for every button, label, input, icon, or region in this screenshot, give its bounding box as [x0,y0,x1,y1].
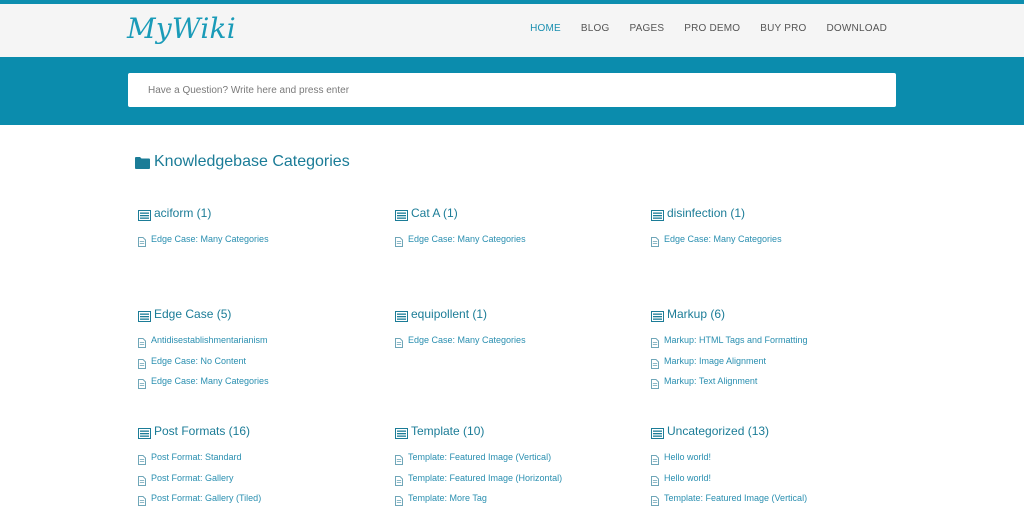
list-icon [138,426,151,439]
document-icon [138,335,146,349]
category-block: Edge Case (5) Antidisestablishmentariani… [138,307,388,392]
document-icon [138,356,146,369]
document-icon [651,493,659,507]
category-title[interactable]: Markup (6) [651,307,901,322]
category-block: equipollent (1) Edge Case: Many Categori… [395,307,645,351]
category-block: Post Formats (16) Post Format: Standard … [138,424,388,509]
nav-buy-pro[interactable]: BUY PRO [760,23,806,34]
document-icon [138,452,146,466]
nav-blog[interactable]: BLOG [581,23,610,34]
article-link[interactable]: Template: Featured Image (Vertical) [651,488,901,509]
category-block: Cat A (1) Edge Case: Many Categories [395,206,645,250]
list-icon [395,309,408,322]
category-block: Markup (6) Markup: HTML Tags and Formatt… [651,307,901,392]
list-icon [651,208,664,221]
category-title[interactable]: aciform (1) [138,206,388,221]
article-link[interactable]: Markup: Image Alignment [651,351,901,372]
list-icon [395,208,408,221]
category-title[interactable]: Uncategorized (13) [651,424,901,439]
document-icon [138,234,146,248]
folder-icon [135,156,150,169]
nav-home[interactable]: HOME [530,23,561,34]
list-icon [138,208,151,221]
section-title: Knowledgebase Categories [154,153,350,170]
category-title[interactable]: disinfection (1) [651,206,901,221]
document-icon [395,234,403,248]
document-icon [395,473,403,486]
list-icon [138,309,151,322]
category-block: disinfection (1) Edge Case: Many Categor… [651,206,901,250]
article-link[interactable]: Template: Featured Image (Horizontal) [395,468,645,489]
category-title[interactable]: equipollent (1) [395,307,645,322]
article-link[interactable]: Edge Case: Many Categories [395,229,645,250]
document-icon [651,452,659,466]
article-link[interactable]: Antidisestablishmentarianism [138,330,388,351]
document-icon [138,473,146,486]
article-link[interactable]: Edge Case: Many Categories [651,229,901,250]
article-link[interactable]: Markup: HTML Tags and Formatting [651,330,901,351]
list-icon [651,309,664,322]
nav-download[interactable]: DOWNLOAD [827,23,888,34]
category-title[interactable]: Template (10) [395,424,645,439]
category-block: aciform (1) Edge Case: Many Categories [138,206,388,250]
article-link[interactable]: Post Format: Gallery (Tiled) [138,488,388,509]
site-header: MyWiki HOME BLOG PAGES PRO DEMO BUY PRO … [0,4,1024,58]
article-link[interactable]: Edge Case: No Content [138,351,388,372]
article-link[interactable]: Markup: Text Alignment [651,371,901,392]
category-title[interactable]: Edge Case (5) [138,307,388,322]
main-nav: HOME BLOG PAGES PRO DEMO BUY PRO DOWNLOA… [530,23,887,34]
article-link[interactable]: Template: Featured Image (Vertical) [395,447,645,468]
document-icon [651,356,659,369]
nav-pages[interactable]: PAGES [629,23,664,34]
category-block: Template (10) Template: Featured Image (… [395,424,645,509]
document-icon [138,376,146,390]
category-title[interactable]: Post Formats (16) [138,424,388,439]
document-icon [651,234,659,248]
document-icon [138,493,146,507]
article-link[interactable]: Post Format: Gallery [138,468,388,489]
section-heading: Knowledgebase Categories [135,153,350,171]
document-icon [651,473,659,486]
article-link[interactable]: Hello world! [651,447,901,468]
document-icon [651,376,659,390]
list-icon [395,426,408,439]
document-icon [395,335,403,349]
article-link[interactable]: Edge Case: Many Categories [138,229,388,250]
article-link[interactable]: Edge Case: Many Categories [395,330,645,351]
article-link[interactable]: Edge Case: Many Categories [138,371,388,392]
list-icon [651,426,664,439]
article-link[interactable]: Post Format: Standard [138,447,388,468]
document-icon [651,335,659,349]
article-link[interactable]: Template: More Tag [395,488,645,509]
document-icon [395,493,403,507]
article-link[interactable]: Hello world! [651,468,901,489]
search-input[interactable] [128,73,896,107]
document-icon [395,452,403,466]
site-logo[interactable]: MyWiki [127,12,236,45]
category-title[interactable]: Cat A (1) [395,206,645,221]
search-banner [0,57,1024,125]
category-block: Uncategorized (13) Hello world! Hello wo… [651,424,901,509]
nav-pro-demo[interactable]: PRO DEMO [684,23,740,34]
